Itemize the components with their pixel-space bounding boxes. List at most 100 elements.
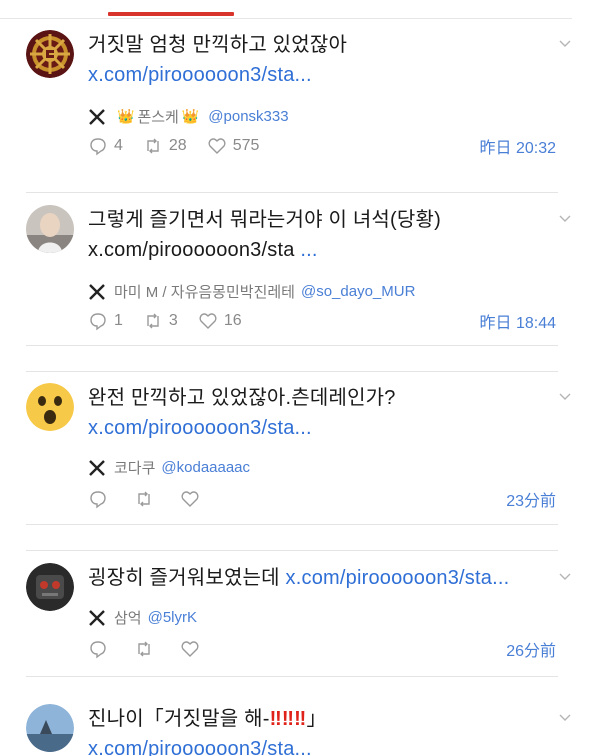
retweet-icon bbox=[138, 641, 150, 657]
tweet-link-text[interactable]: x.com/piroooooon3/sta bbox=[88, 239, 295, 261]
heart-icon bbox=[199, 313, 217, 329]
reply-button[interactable] bbox=[88, 639, 114, 659]
tweet-item[interactable]: 굉장히 즐거워보였는데 x.com/piroooooon3/sta... 삼억 … bbox=[26, 563, 572, 673]
like-button[interactable] bbox=[180, 639, 206, 659]
reply-icon bbox=[90, 138, 106, 156]
tweet-divider bbox=[26, 550, 558, 551]
tweet-timestamp[interactable]: 23分前 bbox=[506, 487, 556, 511]
avatar[interactable] bbox=[26, 383, 74, 431]
chevron-down-icon[interactable] bbox=[558, 710, 572, 724]
tweet-text: 완전 만끽하고 있었잖아.츤데레인가? bbox=[88, 387, 396, 409]
like-count: 16 bbox=[223, 312, 242, 329]
tweet-author[interactable]: 코다쿠 @kodaaaaac bbox=[88, 457, 250, 478]
tweet-item[interactable]: 진나이「거짓말을 해-‼‼‼」 x.com/piroooooon3/sta... bbox=[26, 704, 572, 756]
like-button[interactable] bbox=[180, 489, 206, 509]
tweet-body: 그렇게 즐기면서 뭐라는거야 이 녀석(당황) x.com/piroooooon… bbox=[88, 205, 558, 265]
reply-icon bbox=[90, 491, 106, 509]
retweet-count: 28 bbox=[168, 137, 187, 154]
tweet-text: 굉장히 즐거워보였는데 bbox=[88, 567, 280, 589]
tweet-author[interactable]: 마미 M / 자유음몽민박진레테 @so_dayo_MUR bbox=[88, 281, 415, 302]
retweet-count: 3 bbox=[168, 312, 178, 329]
avatar[interactable] bbox=[26, 30, 74, 78]
crown-icon: 👑 bbox=[181, 108, 200, 124]
chevron-down-icon[interactable] bbox=[558, 211, 572, 225]
retweet-icon bbox=[147, 313, 159, 329]
tweet-text-line: 진나이「거짓말을 해-‼‼‼」 bbox=[88, 704, 558, 734]
tweet-item[interactable]: 완전 만끽하고 있었잖아.츤데레인가? x.com/piroooooon3/st… bbox=[26, 383, 572, 523]
tweet-divider bbox=[26, 345, 558, 346]
author-name: 폰스케 bbox=[137, 109, 179, 126]
tweet-text: 진나이「거짓말을 해- bbox=[88, 708, 270, 730]
like-button[interactable]: 575 bbox=[207, 136, 260, 156]
author-handle[interactable]: @5lyrK bbox=[148, 609, 197, 626]
reply-count: 4 bbox=[114, 137, 123, 154]
retweet-button[interactable]: 28 bbox=[143, 136, 187, 156]
retweet-button[interactable] bbox=[134, 489, 160, 509]
avatar[interactable] bbox=[26, 704, 74, 752]
retweet-icon bbox=[147, 138, 159, 154]
tweet-text-line: 굉장히 즐거워보였는데 x.com/piroooooon3/sta... bbox=[88, 563, 558, 593]
retweet-button[interactable] bbox=[134, 639, 160, 659]
author-name: 마미 M / 자유음몽민박진레테 bbox=[114, 284, 295, 301]
crown-icon: 👑 bbox=[117, 108, 135, 124]
tweet-item[interactable]: 그렇게 즐기면서 뭐라는거야 이 녀석(당황) x.com/piroooooon… bbox=[26, 205, 572, 345]
author-handle[interactable]: @kodaaaaac bbox=[161, 459, 250, 476]
tweet-author[interactable]: 삼억 @5lyrK bbox=[88, 607, 197, 628]
heart-icon bbox=[181, 641, 199, 657]
tweet-link[interactable]: x.com/piroooooon3/sta... bbox=[88, 734, 558, 756]
top-divider bbox=[0, 18, 572, 19]
tweet-stats: 23分前 bbox=[88, 487, 556, 511]
tweet-divider bbox=[26, 676, 558, 677]
reply-icon bbox=[90, 641, 106, 659]
tweet-link[interactable]: x.com/piroooooon3/sta... bbox=[88, 60, 558, 90]
reply-button[interactable]: 4 bbox=[88, 136, 123, 156]
like-count: 575 bbox=[232, 137, 260, 154]
heart-icon bbox=[208, 138, 226, 154]
exclamation-emoji: ‼‼‼ bbox=[269, 708, 307, 730]
author-handle[interactable]: @so_dayo_MUR bbox=[301, 283, 415, 300]
tweet-body: 굉장히 즐거워보였는데 x.com/piroooooon3/sta... bbox=[88, 563, 558, 593]
tweet-link-line: x.com/piroooooon3/sta ... bbox=[88, 235, 558, 265]
tweet-body: 거짓말 엄청 만끽하고 있었잖아 x.com/piroooooon3/sta..… bbox=[88, 30, 558, 90]
x-logo-icon bbox=[89, 283, 105, 300]
reply-button[interactable] bbox=[88, 489, 114, 509]
tweet-body: 진나이「거짓말을 해-‼‼‼」 x.com/piroooooon3/sta... bbox=[88, 704, 558, 756]
tweet-divider bbox=[26, 524, 558, 525]
tweet-text-close: 」 bbox=[306, 708, 327, 730]
reply-button[interactable]: 1 bbox=[88, 311, 123, 331]
tweet-stats: 1 3 16 昨日 18:44 bbox=[88, 309, 557, 333]
tweet-stats: 4 28 575 昨日 20:32 bbox=[88, 134, 557, 158]
retweet-icon bbox=[138, 491, 150, 507]
tweet-timestamp[interactable]: 26分前 bbox=[506, 637, 556, 661]
tweet-divider bbox=[26, 192, 558, 193]
reply-icon bbox=[90, 313, 106, 331]
tweet-body: 완전 만끽하고 있었잖아.츤데레인가? x.com/piroooooon3/st… bbox=[88, 383, 558, 443]
heart-icon bbox=[181, 491, 199, 507]
chevron-down-icon[interactable] bbox=[558, 36, 572, 50]
tweet-link[interactable]: x.com/piroooooon3/sta... bbox=[88, 413, 558, 443]
tweet-author[interactable]: 👑 폰스케 👑 @ponsk333 bbox=[88, 106, 289, 127]
tweet-text: 그렇게 즐기면서 뭐라는거야 이 녀석(당황) bbox=[88, 209, 441, 231]
tweet-timestamp[interactable]: 昨日 20:32 bbox=[480, 134, 557, 158]
tab-indicator bbox=[108, 12, 234, 16]
author-name: 삼억 bbox=[114, 610, 142, 627]
avatar[interactable] bbox=[26, 205, 74, 253]
tweet-text: 거짓말 엄청 만끽하고 있었잖아 bbox=[88, 34, 348, 56]
chevron-down-icon[interactable] bbox=[558, 389, 572, 403]
author-handle[interactable]: @ponsk333 bbox=[208, 108, 288, 125]
x-logo-icon bbox=[89, 459, 105, 476]
retweet-button[interactable]: 3 bbox=[143, 311, 178, 331]
reply-count: 1 bbox=[114, 312, 123, 329]
like-button[interactable]: 16 bbox=[198, 311, 242, 331]
tweet-stats: 26分前 bbox=[88, 637, 556, 661]
chevron-down-icon[interactable] bbox=[558, 569, 572, 583]
tweet-divider bbox=[26, 371, 558, 372]
x-logo-icon bbox=[89, 609, 105, 626]
tweet-link-more[interactable]: ... bbox=[300, 239, 317, 261]
tweet-timestamp[interactable]: 昨日 18:44 bbox=[480, 309, 557, 333]
avatar[interactable] bbox=[26, 563, 74, 611]
x-logo-icon bbox=[89, 108, 105, 125]
author-name: 코다쿠 bbox=[114, 460, 156, 477]
tweet-link[interactable]: x.com/piroooooon3/sta... bbox=[286, 567, 510, 589]
tweet-item[interactable]: 거짓말 엄청 만끽하고 있었잖아 x.com/piroooooon3/sta..… bbox=[26, 30, 572, 180]
